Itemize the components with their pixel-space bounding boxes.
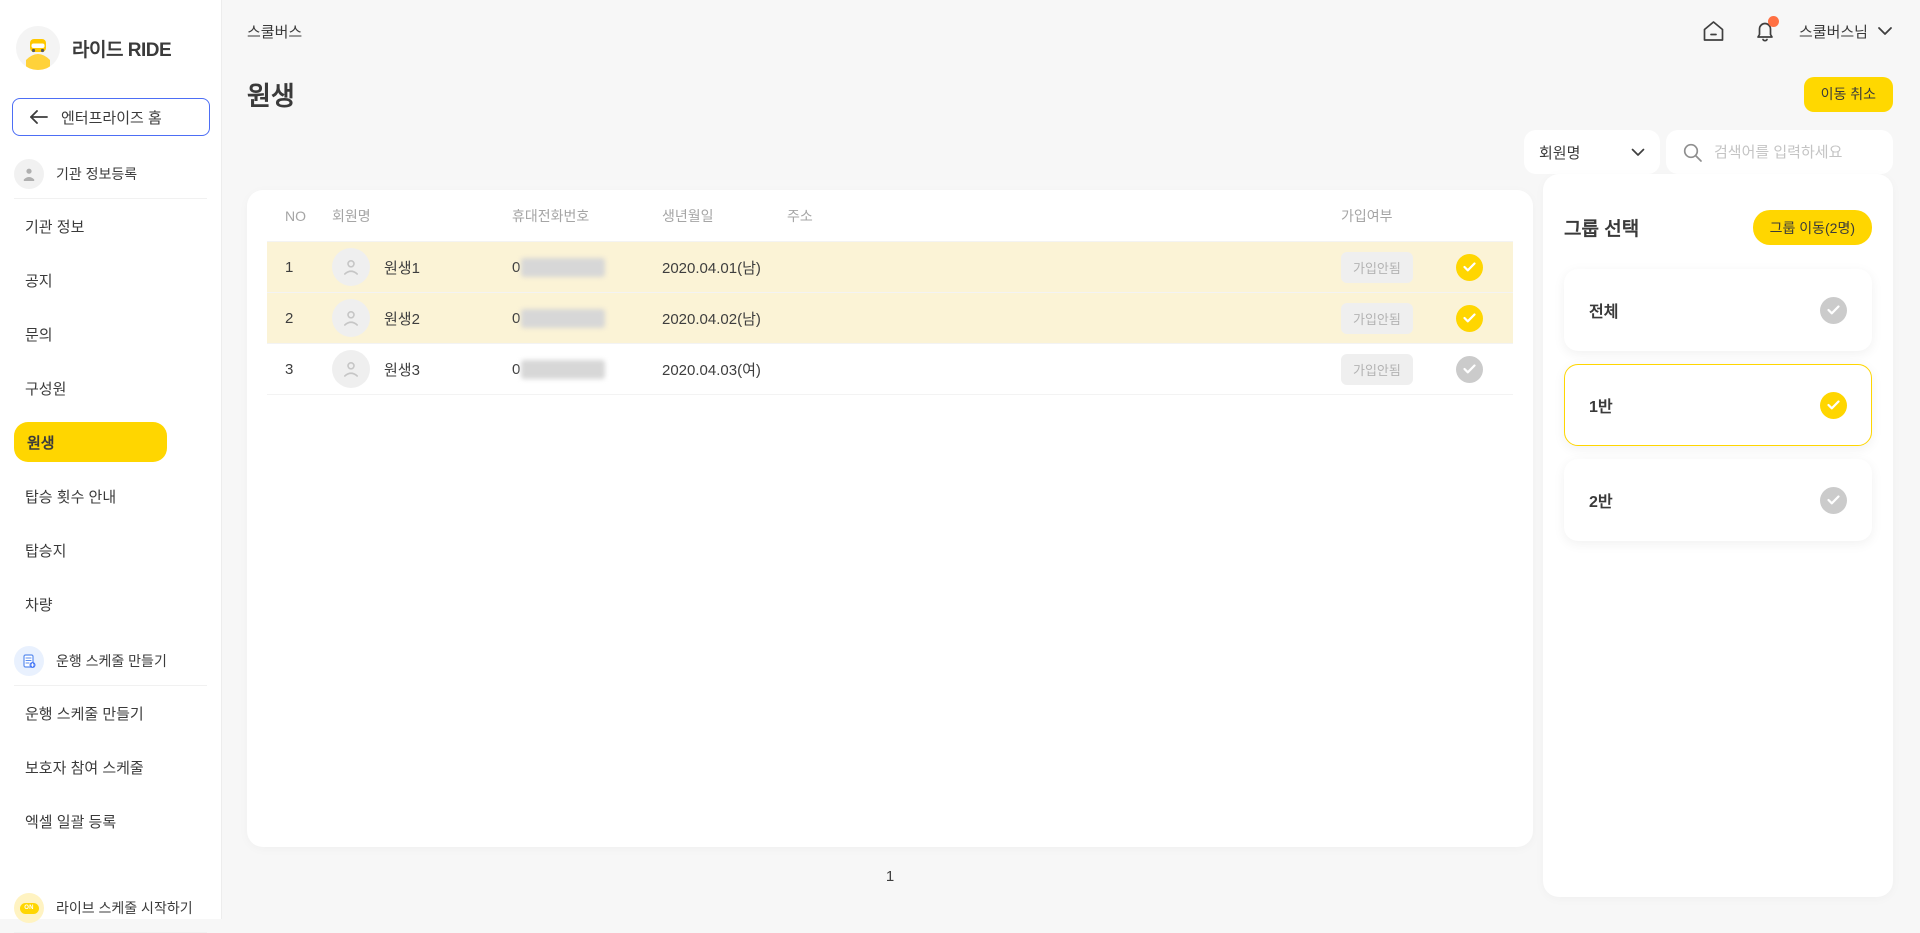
group-check-icon[interactable] bbox=[1820, 392, 1847, 419]
chevron-down-icon[interactable] bbox=[1877, 26, 1893, 36]
status-badge: 가입안됨 bbox=[1341, 354, 1413, 385]
group-check-icon[interactable] bbox=[1820, 487, 1847, 514]
search-box bbox=[1666, 130, 1893, 174]
group-label: 2반 bbox=[1589, 488, 1613, 512]
table-header: NO 회원명 휴대전화번호 생년월일 주소 가입여부 bbox=[267, 190, 1513, 242]
sidebar-item-create-schedule[interactable]: 운행 스케줄 만들기 bbox=[0, 686, 221, 740]
row-check-icon[interactable] bbox=[1456, 356, 1483, 383]
avatar bbox=[332, 350, 370, 388]
birth-date: 2020.04.03(여) bbox=[647, 359, 772, 380]
phone-prefix: 0 bbox=[512, 310, 520, 327]
student-name: 원생1 bbox=[384, 257, 420, 278]
sidebar-item-ride-count[interactable]: 탑승 횟수 안내 bbox=[0, 469, 221, 523]
chevron-down-icon bbox=[1631, 148, 1645, 157]
sidebar-item-org-info[interactable]: 기관 정보 bbox=[0, 199, 221, 253]
birth-date: 2020.04.02(남) bbox=[647, 308, 772, 329]
group-check-icon[interactable] bbox=[1820, 297, 1847, 324]
sidebar-item-notice[interactable]: 공지 bbox=[0, 253, 221, 307]
sidebar-item-excel-bulk[interactable]: 엑셀 일괄 등록 bbox=[0, 794, 221, 848]
table-row[interactable]: 1 원생1 0 2020.04.01(남) bbox=[267, 242, 1513, 293]
status-badge: 가입안됨 bbox=[1341, 303, 1413, 334]
home-icon[interactable] bbox=[1701, 19, 1726, 43]
phone-blurred bbox=[521, 258, 605, 277]
page-title: 원생 bbox=[247, 76, 295, 113]
sidebar-item-inquiry[interactable]: 문의 bbox=[0, 307, 221, 361]
search-icon bbox=[1682, 142, 1703, 163]
sidebar-section-org-register[interactable]: 기관 정보등록 bbox=[0, 150, 221, 198]
notification-dot bbox=[1768, 16, 1779, 27]
table-row[interactable]: 3 원생3 0 2020.04.03(여) bbox=[267, 344, 1513, 395]
col-birth: 생년월일 bbox=[647, 206, 772, 226]
section-label: 운행 스케줄 만들기 bbox=[56, 651, 167, 671]
enterprise-home-button[interactable]: 엔터프라이즈 홈 bbox=[12, 98, 210, 136]
search-input[interactable] bbox=[1714, 144, 1864, 161]
org-register-icon bbox=[14, 159, 44, 189]
app-title: 라이드 RIDE bbox=[72, 35, 171, 62]
table-row[interactable]: 2 원생2 0 2020.04.02(남) bbox=[267, 293, 1513, 344]
main-area: 스쿨버스 스쿨버스님 원생 bbox=[222, 0, 1920, 919]
cancel-move-button[interactable]: 이동 취소 bbox=[1804, 77, 1893, 112]
breadcrumb: 스쿨버스 bbox=[247, 21, 302, 42]
row-check-icon[interactable] bbox=[1456, 254, 1483, 281]
sidebar-item-vehicle[interactable]: 차량 bbox=[0, 577, 221, 631]
dropdown-value: 회원명 bbox=[1539, 142, 1580, 163]
col-address: 주소 bbox=[772, 206, 1333, 226]
group-select-panel: 그룹 선택 그룹 이동(2명) 전체 1반 2반 bbox=[1543, 174, 1893, 897]
sidebar-item-students-active[interactable]: 원생 bbox=[14, 422, 167, 462]
group-label: 1반 bbox=[1589, 393, 1613, 417]
app-logo: 라이드 RIDE bbox=[0, 0, 221, 70]
sidebar-item-members[interactable]: 구성원 bbox=[0, 361, 221, 415]
section-label: 기관 정보등록 bbox=[56, 164, 137, 184]
schedule-create-icon bbox=[14, 646, 44, 676]
page-number[interactable]: 1 bbox=[880, 866, 900, 887]
col-name: 회원명 bbox=[317, 206, 497, 226]
topbar: 스쿨버스 스쿨버스님 bbox=[247, 0, 1893, 62]
col-joined: 가입여부 bbox=[1333, 206, 1443, 226]
pagination: 1 bbox=[247, 868, 1533, 885]
search-field-dropdown[interactable]: 회원명 bbox=[1524, 130, 1660, 174]
student-name: 원생3 bbox=[384, 359, 420, 380]
birth-date: 2020.04.01(남) bbox=[647, 257, 772, 278]
students-table: NO 회원명 휴대전화번호 생년월일 주소 가입여부 1 bbox=[247, 190, 1533, 847]
sidebar-section-schedule[interactable]: 운행 스케줄 만들기 bbox=[0, 637, 221, 685]
phone-prefix: 0 bbox=[512, 361, 520, 378]
row-no: 2 bbox=[267, 310, 317, 327]
sidebar-item-boarding-place[interactable]: 탑승지 bbox=[0, 523, 221, 577]
group-card-all[interactable]: 전체 bbox=[1564, 269, 1872, 351]
phone-prefix: 0 bbox=[512, 259, 520, 276]
sidebar-section-live-schedule[interactable]: ON 라이브 스케줄 시작하기 bbox=[0, 884, 221, 932]
phone-blurred bbox=[521, 360, 605, 379]
group-panel-title: 그룹 선택 bbox=[1564, 214, 1639, 241]
bell-icon[interactable] bbox=[1753, 19, 1777, 43]
avatar bbox=[332, 248, 370, 286]
col-no: NO bbox=[267, 208, 317, 224]
bus-logo-icon bbox=[16, 26, 60, 70]
group-card-class2[interactable]: 2반 bbox=[1564, 459, 1872, 541]
phone-blurred bbox=[521, 309, 605, 328]
live-on-badge: ON bbox=[20, 903, 39, 914]
filter-row: 회원명 bbox=[247, 130, 1893, 174]
sidebar: 라이드 RIDE 엔터프라이즈 홈 기관 정보등록 기관 정보 공지 문의 구성… bbox=[0, 0, 222, 919]
row-no: 3 bbox=[267, 361, 317, 378]
group-card-class1[interactable]: 1반 bbox=[1564, 364, 1872, 446]
student-name: 원생2 bbox=[384, 308, 420, 329]
col-phone: 휴대전화번호 bbox=[497, 206, 647, 226]
sidebar-item-guardian-schedule[interactable]: 보호자 참여 스케줄 bbox=[0, 740, 221, 794]
row-no: 1 bbox=[267, 259, 317, 276]
sidebar-menu: 기관 정보등록 기관 정보 공지 문의 구성원 원생 탑승 횟수 안내 탑승지 … bbox=[0, 150, 221, 933]
enterprise-home-label: 엔터프라이즈 홈 bbox=[61, 107, 162, 128]
group-label: 전체 bbox=[1589, 298, 1618, 322]
arrow-left-icon bbox=[30, 110, 48, 124]
section-label: 라이브 스케줄 시작하기 bbox=[56, 898, 193, 918]
user-menu-label[interactable]: 스쿨버스님 bbox=[1799, 21, 1868, 42]
avatar bbox=[332, 299, 370, 337]
row-check-icon[interactable] bbox=[1456, 305, 1483, 332]
group-move-button[interactable]: 그룹 이동(2명) bbox=[1753, 210, 1872, 245]
status-badge: 가입안됨 bbox=[1341, 252, 1413, 283]
